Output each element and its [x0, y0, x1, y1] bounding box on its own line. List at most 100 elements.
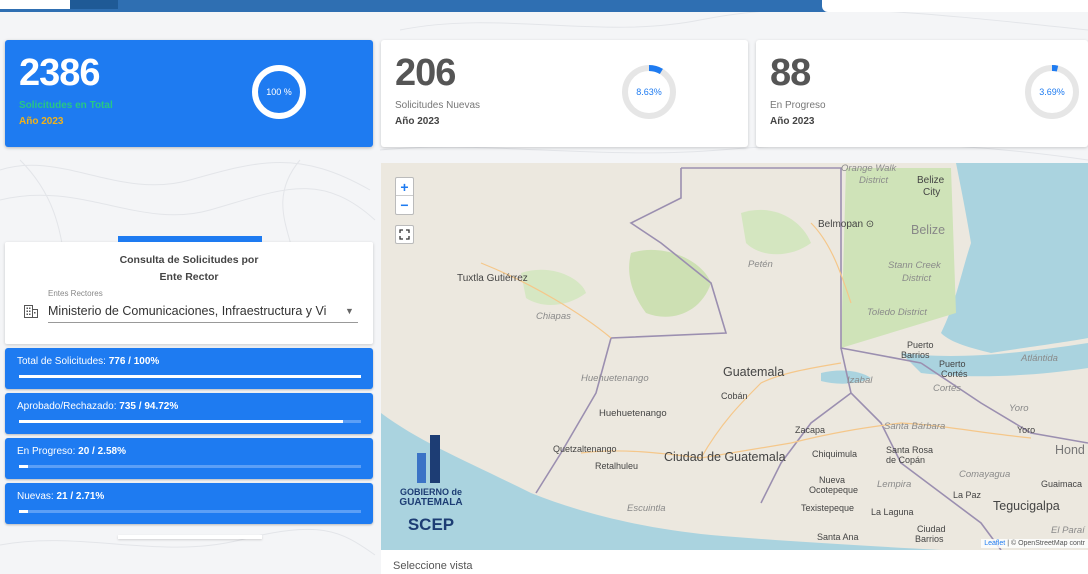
map-label: Huehuetenango	[599, 408, 667, 419]
map-label: Barrios	[915, 534, 944, 544]
logo-emblem	[417, 435, 445, 488]
map-label: Lempira	[877, 479, 912, 490]
map-label: Zacapa	[795, 425, 826, 435]
entes-rectores-select[interactable]: Ministerio de Comunicaciones, Infraestru…	[48, 304, 338, 318]
stat-progress-fill	[19, 420, 343, 423]
leaflet-link[interactable]: Leaflet	[984, 540, 1005, 547]
map-label: Atlántida	[1021, 353, 1058, 364]
map-label: Hond	[1055, 443, 1085, 457]
stat-new[interactable]: Nuevas: 21 / 2.71%	[5, 483, 373, 524]
card-number: 88	[770, 52, 811, 94]
zoom-controls: + −	[395, 177, 414, 215]
card-year: Año 2023	[395, 116, 440, 127]
stat-value: 776 / 100%	[108, 356, 160, 367]
map-label: Santa Bárbara	[884, 421, 946, 432]
map-attribution: Leaflet | © OpenStreetMap contr	[981, 539, 1088, 548]
map-label: Cortés	[941, 369, 968, 379]
stat-progress-track	[19, 465, 361, 468]
map-label: La Paz	[953, 490, 982, 500]
card-year: Año 2023	[19, 116, 64, 127]
map-label: Quetzaltenango	[553, 444, 617, 454]
in-progress-card: 88 En Progreso Año 2023 3.69%	[756, 40, 1088, 147]
map-label: Chiquimula	[812, 449, 858, 459]
map-label: Ciudad	[917, 524, 946, 534]
stat-value: 21 / 2.71%	[56, 491, 105, 502]
card-number: 2386	[19, 52, 101, 94]
header-tab[interactable]	[70, 0, 118, 9]
donut-percent-text: 8.63%	[636, 87, 662, 97]
attribution-text: | © OpenStreetMap contr	[1005, 540, 1085, 547]
logo-text-gobierno: GOBIERNO de	[399, 487, 462, 497]
map-label: Yoro	[1009, 403, 1029, 414]
map-label: Ciudad de Guatemala	[664, 450, 786, 464]
map-label: La Laguna	[871, 507, 914, 517]
map-label: Belize	[911, 223, 946, 237]
map-label: Huehuetenango	[581, 373, 649, 384]
map-label: Guaimaca	[1041, 479, 1083, 489]
map-label: Yoro	[1017, 425, 1036, 435]
stat-progress-fill	[19, 465, 28, 468]
stat-label: Nuevas: 21 / 2.71%	[17, 491, 105, 502]
map-label: Chiapas	[536, 311, 571, 322]
fullscreen-icon[interactable]	[395, 225, 414, 244]
map-label: Ocotepeque	[809, 485, 859, 495]
consulta-panel: Consulta de Solicitudes por Ente Rector …	[5, 242, 373, 344]
stat-progress-fill	[19, 375, 361, 378]
card-label: Solicitudes en Total	[19, 100, 113, 111]
map-label: Izabal	[847, 375, 873, 386]
map-label: Petén	[748, 259, 773, 270]
map-label: Puerto	[939, 359, 966, 369]
map-label: Tegucigalpa	[993, 499, 1060, 513]
map-label: Santa Ana	[817, 532, 859, 542]
total-requests-card: 2386 Solicitudes en Total Año 2023 100 %	[5, 40, 373, 147]
card-label: En Progreso	[770, 100, 826, 111]
map-label: Cortés	[933, 383, 961, 394]
seleccione-vista-label[interactable]: Seleccione vista	[393, 560, 473, 572]
select-underline	[48, 322, 358, 323]
new-requests-card: 206 Solicitudes Nuevas Año 2023 8.63%	[381, 40, 748, 147]
stat-progress-track	[19, 420, 361, 423]
map-label: Santa Rosa	[886, 445, 934, 455]
stat-value: 20 / 2.58%	[78, 446, 126, 457]
map-label: Toledo District	[867, 307, 927, 318]
donut-percent-text: 100 %	[266, 87, 292, 97]
map-label: Retalhuleu	[595, 461, 639, 471]
stat-total[interactable]: Total de Solicitudes: 776 / 100%	[5, 348, 373, 389]
consulta-accent-bar	[118, 236, 262, 242]
map-label: Stann Creek	[888, 260, 941, 271]
chevron-down-icon[interactable]: ▼	[345, 306, 354, 316]
scroll-indicator	[118, 535, 262, 539]
map-label: District	[902, 273, 932, 284]
map-label: City	[923, 187, 941, 198]
map-tiles	[381, 163, 1088, 550]
donut-percent-text: 3.69%	[1039, 87, 1065, 97]
map-label: Belmopan ⊙	[818, 219, 875, 230]
consulta-title: Consulta de Solicitudes por Ente Rector	[5, 252, 373, 286]
header-tab-active[interactable]	[0, 0, 70, 9]
zoom-in-button[interactable]: +	[396, 178, 413, 196]
stat-value: 735 / 94.72%	[119, 401, 179, 412]
logo-text-guatemala: GUATEMALA	[399, 497, 463, 508]
map-label: El Paraí	[1051, 525, 1085, 536]
stat-approved-rejected[interactable]: Aprobado/Rechazado: 735 / 94.72%	[5, 393, 373, 434]
map-view[interactable]: + − Orange Walk District Belize City Bel…	[381, 163, 1088, 550]
stat-in-progress[interactable]: En Progreso: 20 / 2.58%	[5, 438, 373, 479]
map-label: Comayagua	[959, 469, 1011, 480]
top-header-bar	[0, 0, 1088, 12]
building-icon	[24, 305, 38, 323]
map-label: District	[859, 175, 889, 186]
percent-donut: 3.69%	[1022, 62, 1082, 122]
card-number: 206	[395, 52, 456, 94]
stat-label: Total de Solicitudes: 776 / 100%	[17, 356, 160, 367]
zoom-out-button[interactable]: −	[396, 196, 413, 214]
view-selector: Seleccione vista	[381, 550, 1088, 574]
card-year: Año 2023	[770, 116, 815, 127]
logo-text-scep: SCEP	[407, 515, 455, 534]
stat-progress-track	[19, 510, 361, 513]
map-label: Puerto	[907, 340, 934, 350]
map-label: Barrios	[901, 350, 930, 360]
consulta-title-line1: Consulta de Solicitudes por	[119, 254, 259, 266]
map-label: Cobán	[721, 391, 748, 401]
stat-progress-fill	[19, 510, 29, 513]
map-label: Guatemala	[723, 365, 785, 379]
